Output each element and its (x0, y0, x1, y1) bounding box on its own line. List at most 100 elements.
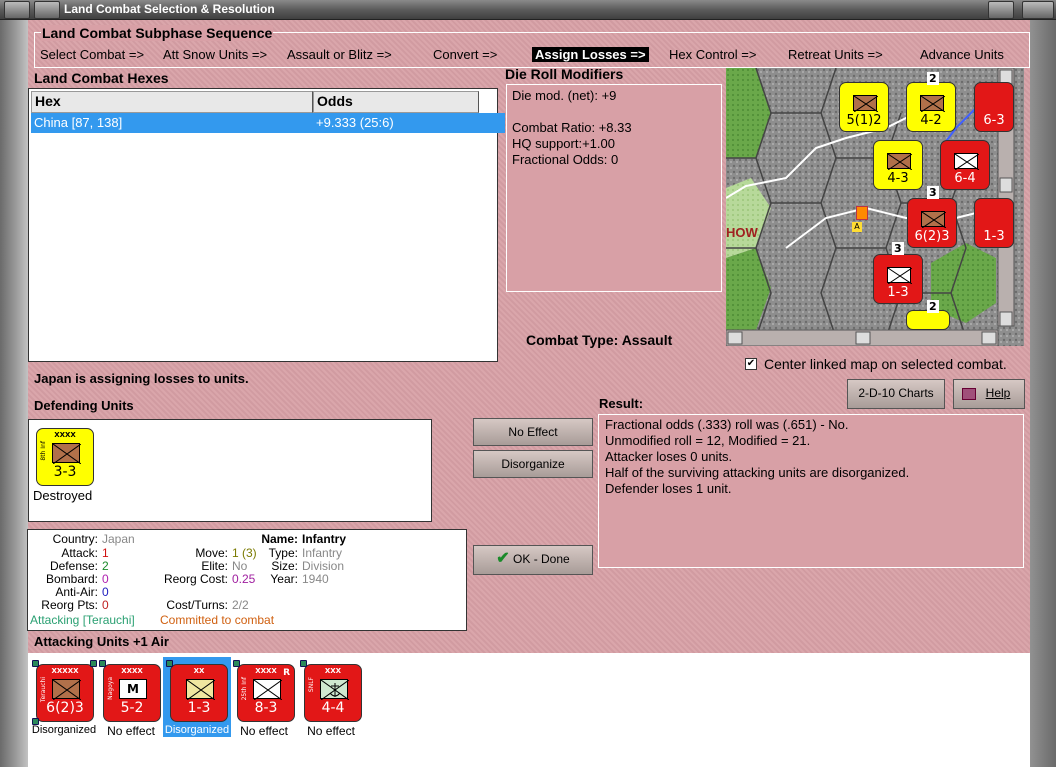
disorganize-button[interactable]: Disorganize (473, 450, 593, 478)
restore-button[interactable] (34, 1, 60, 19)
unit-status-dot (300, 660, 307, 667)
defense-value: 2 (102, 559, 109, 573)
minimize-button[interactable] (988, 1, 1014, 19)
attacking-status: Attacking [Terauchi] (30, 613, 135, 627)
unit-mark: M (127, 682, 139, 696)
antiair-value: 0 (102, 585, 109, 599)
unit-strength: 4-4 (321, 700, 345, 716)
unit-status-dot (233, 660, 240, 667)
fire-icon (856, 206, 868, 220)
elite-label: Elite: (201, 559, 228, 573)
hex-row[interactable]: China [87, 138] +9.333 (25:6) (31, 113, 505, 133)
defending-title: Defending Units (34, 398, 134, 413)
subphase-sequence: Land Combat Subphase Sequence Select Com… (34, 25, 1030, 68)
phase-assault-or-blitz: Assault or Blitz => (287, 47, 392, 62)
no-effect-button[interactable]: No Effect (473, 418, 593, 446)
type-label: Type: (268, 546, 298, 560)
result-line: Unmodified roll = 12, Modified = 21. (605, 433, 811, 448)
ok-done-button[interactable]: ✔ OK - Done (473, 545, 593, 575)
attacking-unit-nagoya[interactable]: XXXX Nagoya M 5-2 (103, 664, 161, 722)
unit-info-panel: Country: Japan Attack: 1 Defense: 2 Bomb… (27, 529, 467, 631)
defending-unit[interactable]: XXXX 8th Inf 3-3 (36, 428, 94, 486)
elite-value: No (232, 559, 248, 573)
map-unit[interactable]: 1-3 (974, 198, 1014, 248)
unit-status-dot (99, 660, 106, 667)
stack-count: 2 (927, 72, 939, 85)
phase-att-snow-units: Att Snow Units => (163, 47, 268, 62)
unit-strength: 3-3 (53, 464, 77, 480)
combat-type-label: Combat Type: (526, 332, 619, 348)
charts-button[interactable]: 2-D-10 Charts (847, 379, 945, 409)
map-unit[interactable]: 4-3 (873, 140, 923, 190)
unit-strength: 6(2)3 (46, 700, 84, 716)
unit-name: Nagoya (107, 677, 114, 700)
attack-label: Attack: (61, 546, 98, 560)
window-title: Land Combat Selection & Resolution (64, 2, 275, 16)
modifier-line: HQ support:+1.00 (512, 136, 615, 151)
map-unit[interactable]: 6-3 (974, 82, 1014, 132)
unit-size: XXX (324, 667, 342, 675)
center-map-checkbox[interactable]: ✔ (745, 358, 757, 370)
attacking-unit-selected[interactable]: XX 1-3 (170, 664, 228, 722)
reorgpts-label: Reorg Pts: (41, 598, 98, 612)
committed-status: Committed to combat (160, 613, 275, 627)
phase-assign-losses: Assign Losses => (532, 47, 649, 62)
column-hex[interactable]: Hex (31, 91, 313, 113)
result-line: Half of the surviving attacking units ar… (605, 465, 910, 480)
map-unit[interactable]: 1-3 (873, 254, 923, 304)
unit-status-dot (32, 660, 39, 667)
result-line: Defender loses 1 unit. (605, 481, 732, 496)
defending-unit-status: Destroyed (33, 488, 93, 503)
unit-status-dot (166, 660, 173, 667)
map-place-label: HOW (726, 225, 758, 240)
system-menu-button[interactable] (4, 1, 30, 19)
unit-mark: R (283, 668, 290, 678)
bombard-value: 0 (102, 572, 109, 586)
phase-retreat-units: Retreat Units => (788, 47, 883, 62)
reorgpts-value: 0 (102, 598, 109, 612)
book-icon (962, 388, 976, 400)
attacking-unit-25th-inf[interactable]: XXXX R 25th Inf 8-3 (237, 664, 295, 722)
attacking-unit-status: No effect (307, 724, 355, 738)
reorgcost-value: 0.25 (232, 572, 256, 586)
result-title: Result: (599, 396, 644, 411)
hexes-list[interactable]: Hex Odds China [87, 138] +9.333 (25:6) (28, 88, 505, 362)
stack-count: 3 (927, 186, 939, 199)
unit-strength: 8-3 (254, 700, 278, 716)
air-marker-icon: A (852, 222, 862, 232)
move-value: 1 (3) (232, 546, 257, 560)
map-unit[interactable] (906, 310, 950, 330)
map-unit[interactable]: 4-2 (906, 82, 956, 132)
linked-map[interactable]: 5(1)2 4-2 6-3 4-3 6-4 6(2)3 1-3 1-3 A 2 … (726, 68, 1024, 346)
attacking-unit-status: No effect (240, 724, 288, 738)
attacking-unit-snlf[interactable]: XXX SNLF 4-4 (304, 664, 362, 722)
reorgcost-label: Reorg Cost: (163, 572, 228, 586)
hex-cell: China [87, 138] (34, 115, 123, 130)
map-unit[interactable]: 5(1)2 (839, 82, 889, 132)
size-label: Size: (271, 559, 298, 573)
attacking-unit-status: No effect (107, 724, 155, 738)
defending-units-box: XXXX 8th Inf 3-3 Destroyed (28, 419, 432, 522)
column-odds[interactable]: Odds (313, 91, 479, 113)
unit-strength: 5-2 (120, 700, 144, 716)
modifiers-title: Die Roll Modifiers (505, 66, 624, 82)
phase-convert: Convert => (433, 47, 498, 62)
unit-name: 8th Inf (40, 441, 47, 461)
attacking-title: Attacking Units +1 Air (34, 634, 169, 649)
modifiers-box: Die mod. (net): +9 Combat Ratio: +8.33 H… (506, 84, 722, 292)
name-value: Infantry (302, 532, 347, 546)
close-button[interactable] (1022, 1, 1054, 19)
result-line: Fractional odds (.333) roll was (.651) -… (605, 417, 849, 432)
help-label: Help (985, 386, 1011, 400)
map-unit[interactable]: 6(2)3 (907, 198, 957, 248)
unit-name: SNLF (308, 677, 315, 693)
attack-value: 1 (102, 546, 109, 560)
costturns-label: Cost/Turns: (166, 598, 228, 612)
help-button[interactable]: Help (953, 379, 1025, 409)
unit-size: XX (193, 667, 205, 675)
attacking-unit-terauchi[interactable]: XXXXX Terauchi 6(2)3 (36, 664, 94, 722)
map-unit[interactable]: 6-4 (940, 140, 990, 190)
move-label: Move: (195, 546, 228, 560)
checkmark-icon: ✔ (496, 550, 510, 567)
bombard-label: Bombard: (45, 572, 98, 586)
